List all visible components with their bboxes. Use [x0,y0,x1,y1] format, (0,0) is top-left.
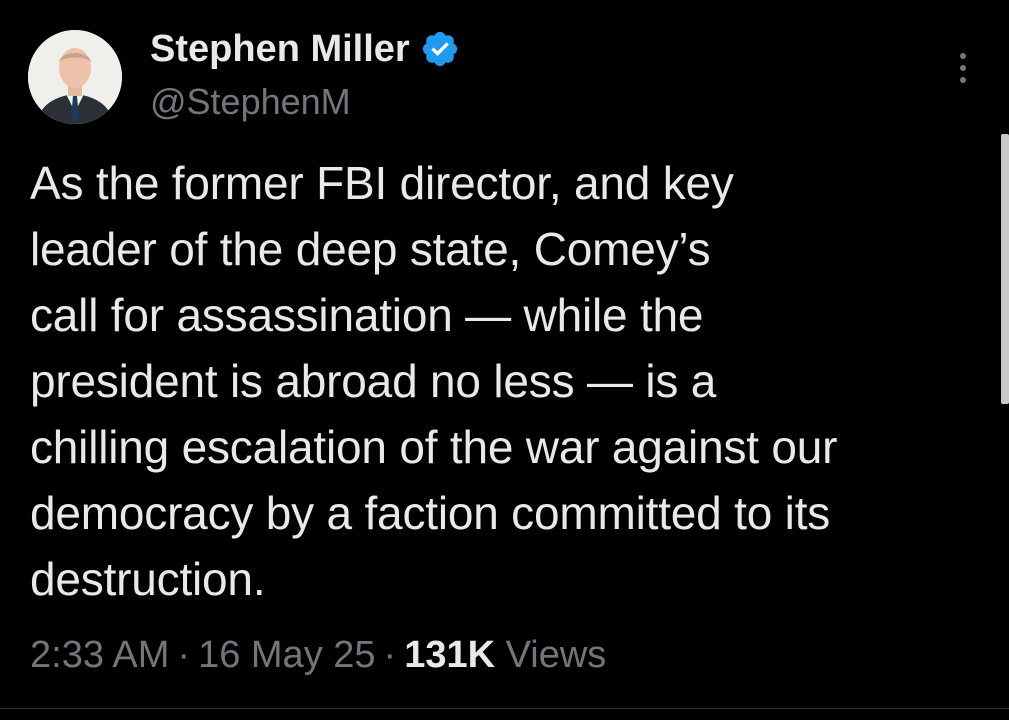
tweet-card[interactable]: Stephen Miller @StephenM As the former F… [0,0,1009,720]
views-count[interactable]: 131K [404,634,495,676]
avatar[interactable] [28,30,122,124]
divider [0,708,1009,709]
verified-badge-icon [422,31,457,67]
meta-separator: · [177,634,191,676]
author-handle[interactable]: @StephenM [150,80,351,124]
avatar-image [28,30,122,124]
more-vertical-icon[interactable] [946,48,980,88]
meta-separator: · [383,634,397,676]
tweet-text: As the former FBI director, and key lead… [30,157,838,605]
views-label: Views [505,634,607,676]
author-name[interactable]: Stephen Miller [150,26,460,72]
tweet-date[interactable]: 16 May 25 [198,634,375,676]
scrollbar[interactable] [1001,134,1009,404]
tweet-time[interactable]: 2:33 AM [30,634,169,676]
author-name-text[interactable]: Stephen Miller [150,26,410,72]
tweet-meta: 2:33 AM · 16 May 25 · 131K Views [30,630,606,680]
